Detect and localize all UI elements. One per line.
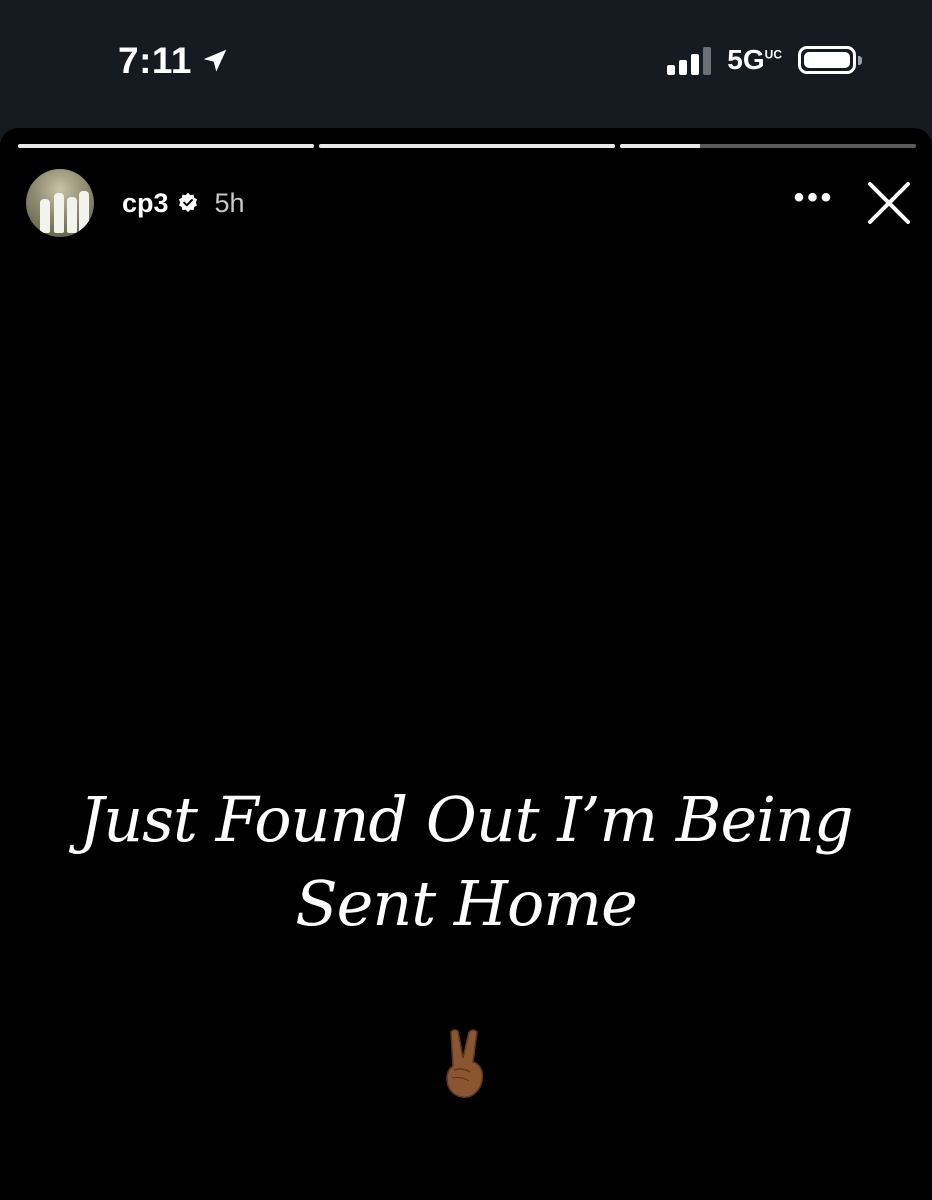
story-text-line-2: Sent Home <box>295 867 638 940</box>
progress-segment <box>319 144 615 148</box>
network-type: 5GUC <box>727 44 782 75</box>
story-progress-bar <box>18 144 916 148</box>
progress-segment <box>18 144 314 148</box>
avatar[interactable] <box>26 169 94 237</box>
story-viewer[interactable]: cp3 5h ••• Just Found Out I’m Being Sent… <box>0 128 932 1200</box>
clock-label: 7:11 <box>118 40 193 81</box>
verified-badge-icon <box>178 192 197 212</box>
post-time: 5h <box>214 187 245 218</box>
story-text: Just Found Out I’m Being Sent Home <box>40 778 892 946</box>
status-indicators: 5GUC <box>667 44 862 76</box>
victory-hand-icon <box>0 1026 932 1100</box>
battery-full-icon <box>798 46 862 74</box>
status-time: 7:11 <box>118 40 230 82</box>
location-arrow-icon <box>203 49 227 72</box>
status-bar: 7:11 5GUC <box>0 0 932 128</box>
close-icon[interactable] <box>866 180 912 226</box>
progress-segment <box>620 144 916 148</box>
story-text-line-1: Just Found Out I’m Being <box>79 783 853 856</box>
more-horizontal-icon: ••• <box>793 181 835 214</box>
username[interactable]: cp3 <box>122 188 169 219</box>
story-header: cp3 5h ••• <box>26 168 912 238</box>
more-options-button[interactable]: ••• <box>784 183 844 218</box>
cellular-signal-icon <box>667 45 712 75</box>
network-suffix: UC <box>764 47 782 62</box>
